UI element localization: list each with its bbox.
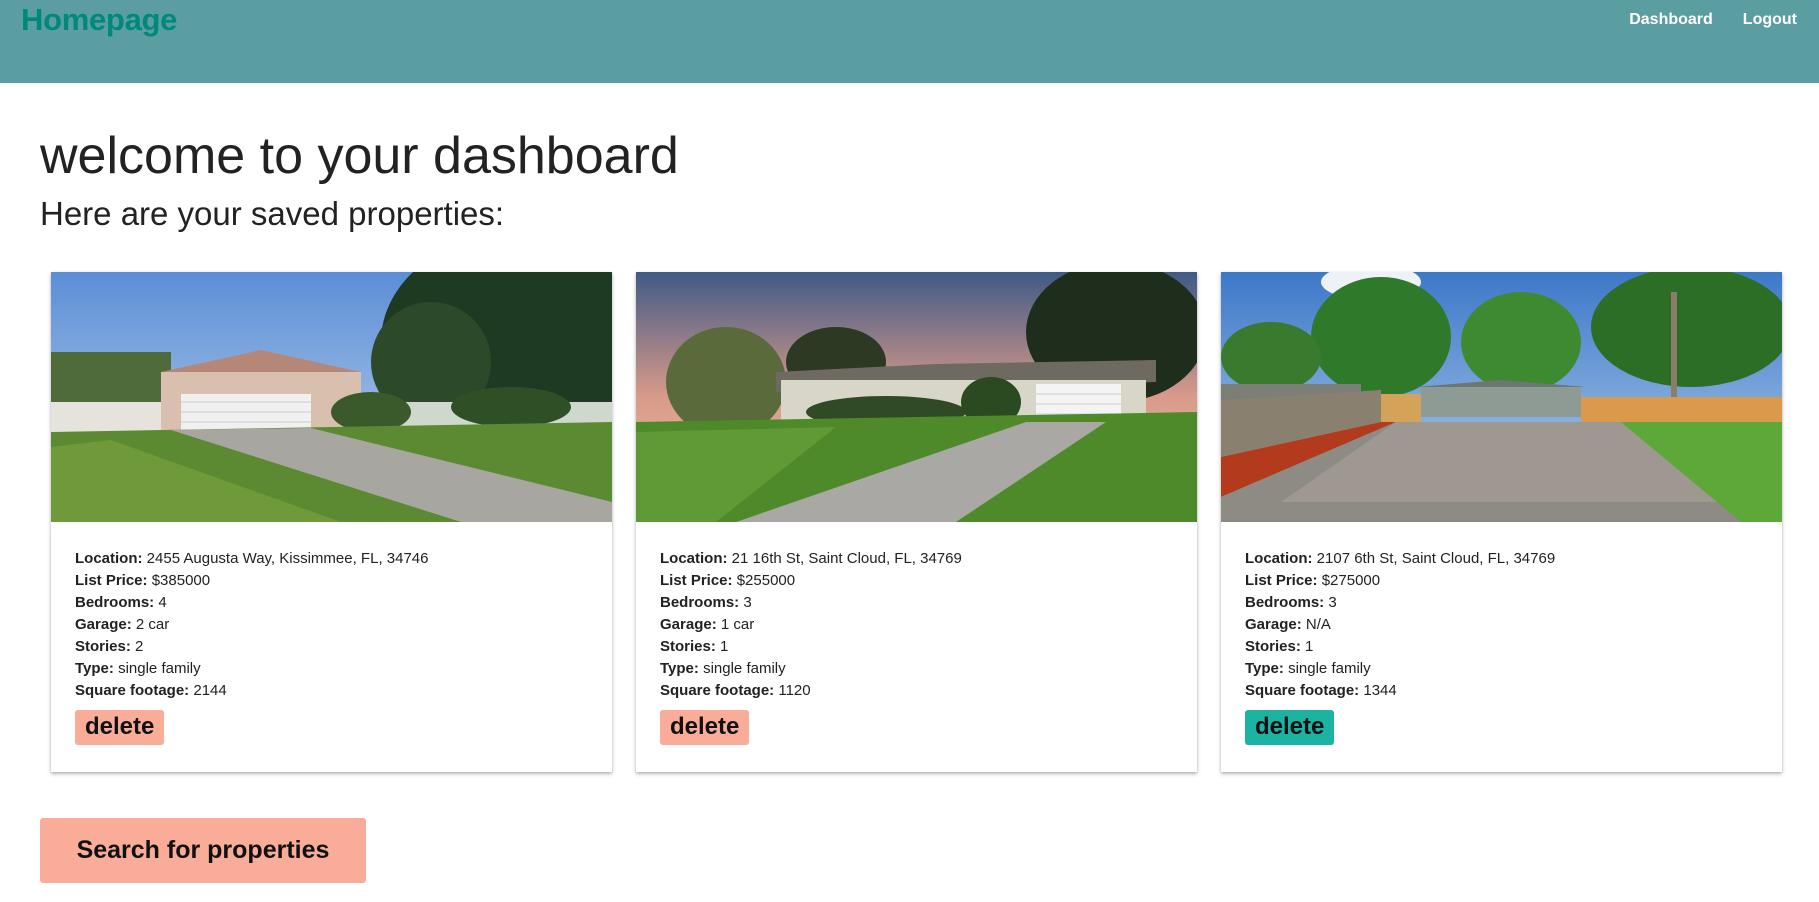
- price-value: $275000: [1321, 572, 1381, 589]
- price-row: List Price: $255000: [660, 570, 1173, 592]
- property-photo: [1221, 272, 1782, 522]
- bedrooms-value: 4: [158, 594, 167, 611]
- bedrooms-label: Bedrooms:: [1245, 594, 1325, 611]
- sqft-label: Square footage:: [75, 682, 190, 699]
- type-row: Type: single family: [75, 658, 588, 680]
- type-value: single family: [118, 660, 201, 677]
- property-details: Location: 2107 6th St, Saint Cloud, FL, …: [1221, 522, 1782, 745]
- bedrooms-row: Bedrooms: 3: [1245, 592, 1758, 614]
- delete-button[interactable]: delete: [75, 710, 165, 745]
- stories-value: 1: [1305, 638, 1314, 655]
- page-subtitle: Here are your saved properties:: [40, 195, 505, 232]
- property-cards: Location: 2455 Augusta Way, Kissimmee, F…: [51, 272, 1782, 772]
- stories-label: Stories:: [660, 638, 716, 655]
- type-row: Type: single family: [1245, 658, 1758, 680]
- garage-row: Garage: 1 car: [660, 614, 1173, 636]
- delete-button[interactable]: delete: [660, 710, 750, 745]
- garage-label: Garage:: [75, 616, 132, 633]
- location-row: Location: 2107 6th St, Saint Cloud, FL, …: [1245, 548, 1758, 570]
- type-value: single family: [703, 660, 786, 677]
- stories-row: Stories: 2: [75, 636, 588, 658]
- nav-links: Dashboard Logout: [1629, 11, 1797, 29]
- stories-value: 1: [720, 638, 729, 655]
- price-label: List Price:: [1245, 572, 1318, 589]
- delete-button[interactable]: delete: [1245, 710, 1335, 745]
- type-label: Type:: [75, 660, 114, 677]
- price-row: List Price: $385000: [75, 570, 588, 592]
- bedrooms-label: Bedrooms:: [75, 594, 155, 611]
- stories-row: Stories: 1: [1245, 636, 1758, 658]
- location-value: 2455 Augusta Way, Kissimmee, FL, 34746: [146, 550, 429, 567]
- price-value: $385000: [151, 572, 211, 589]
- garage-row: Garage: 2 car: [75, 614, 588, 636]
- stories-value: 2: [135, 638, 144, 655]
- bedrooms-row: Bedrooms: 4: [75, 592, 588, 614]
- sqft-value: 1120: [778, 682, 811, 699]
- type-label: Type:: [660, 660, 699, 677]
- sqft-label: Square footage:: [1245, 682, 1360, 699]
- search-properties-button[interactable]: Search for properties: [40, 818, 366, 883]
- property-details: Location: 2455 Augusta Way, Kissimmee, F…: [51, 522, 612, 745]
- garage-value: 2 car: [135, 616, 170, 633]
- location-row: Location: 21 16th St, Saint Cloud, FL, 3…: [660, 548, 1173, 570]
- location-row: Location: 2455 Augusta Way, Kissimmee, F…: [75, 548, 588, 570]
- location-label: Location:: [75, 550, 143, 567]
- location-value: 21 16th St, Saint Cloud, FL, 34769: [731, 550, 962, 567]
- location-label: Location:: [1245, 550, 1313, 567]
- bedrooms-value: 3: [743, 594, 752, 611]
- nav-link-logout[interactable]: Logout: [1743, 11, 1797, 29]
- sqft-label: Square footage:: [660, 682, 775, 699]
- garage-label: Garage:: [1245, 616, 1302, 633]
- price-row: List Price: $275000: [1245, 570, 1758, 592]
- sqft-value: 2144: [193, 682, 227, 699]
- sqft-value: 1344: [1363, 682, 1397, 699]
- sqft-row: Square footage: 2144: [75, 680, 588, 702]
- property-photo: [51, 272, 612, 522]
- brand-link[interactable]: Homepage: [21, 2, 177, 38]
- type-row: Type: single family: [660, 658, 1173, 680]
- stories-label: Stories:: [75, 638, 131, 655]
- stories-label: Stories:: [1245, 638, 1301, 655]
- price-label: List Price:: [75, 572, 148, 589]
- garage-row: Garage: N/A: [1245, 614, 1758, 636]
- main-content: welcome to your dashboard Here are your …: [40, 124, 1800, 772]
- property-card: Location: 21 16th St, Saint Cloud, FL, 3…: [636, 272, 1197, 772]
- garage-value: 1 car: [720, 616, 755, 633]
- property-card: Location: 2107 6th St, Saint Cloud, FL, …: [1221, 272, 1782, 772]
- garage-value: N/A: [1305, 616, 1331, 633]
- property-card: Location: 2455 Augusta Way, Kissimmee, F…: [51, 272, 612, 772]
- price-value: $255000: [736, 572, 796, 589]
- type-value: single family: [1288, 660, 1371, 677]
- sqft-row: Square footage: 1120: [660, 680, 1173, 702]
- location-value: 2107 6th St, Saint Cloud, FL, 34769: [1316, 550, 1556, 567]
- garage-label: Garage:: [660, 616, 717, 633]
- bedrooms-value: 3: [1328, 594, 1337, 611]
- sqft-row: Square footage: 1344: [1245, 680, 1758, 702]
- nav-link-dashboard[interactable]: Dashboard: [1629, 11, 1713, 29]
- bedrooms-row: Bedrooms: 3: [660, 592, 1173, 614]
- page-title: welcome to your dashboard: [40, 127, 679, 185]
- property-details: Location: 21 16th St, Saint Cloud, FL, 3…: [636, 522, 1197, 745]
- navbar: Homepage Dashboard Logout: [0, 0, 1819, 83]
- type-label: Type:: [1245, 660, 1284, 677]
- bedrooms-label: Bedrooms:: [660, 594, 740, 611]
- property-photo: [636, 272, 1197, 522]
- location-label: Location:: [660, 550, 728, 567]
- price-label: List Price:: [660, 572, 733, 589]
- stories-row: Stories: 1: [660, 636, 1173, 658]
